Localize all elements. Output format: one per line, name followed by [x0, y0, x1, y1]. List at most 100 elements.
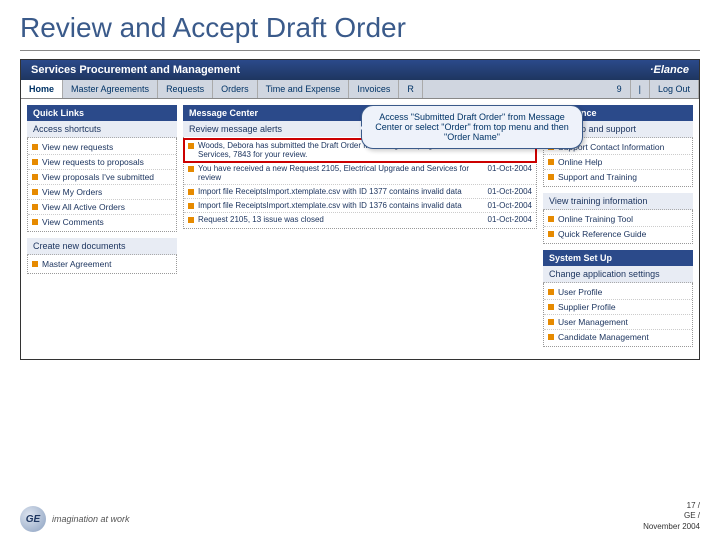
bullet-icon	[188, 217, 194, 223]
system-setup-list: User Profile Supplier Profile User Managem…	[543, 283, 693, 347]
quick-links-list: View new requests View requests to propos…	[27, 138, 177, 232]
training-item[interactable]: Quick Reference Guide	[544, 227, 692, 241]
footer-date: November 2004	[643, 522, 700, 532]
tab-orders[interactable]: Orders	[213, 80, 258, 98]
banner-vendor: ·Elance	[650, 64, 689, 76]
training-item-label: Quick Reference Guide	[558, 229, 688, 239]
bullet-icon	[188, 189, 194, 195]
message-text: Request 2105, 13 issue was closed	[198, 215, 484, 224]
assistance-item[interactable]: Support and Training	[544, 170, 692, 184]
setup-item-label: User Management	[558, 317, 688, 327]
create-doc-item[interactable]: Master Agreement	[28, 257, 176, 271]
message-date: 01-Oct-2004	[488, 215, 532, 224]
bullet-icon	[32, 189, 38, 195]
banner-title: Services Procurement and Management	[31, 64, 240, 76]
tab-time-and-expense[interactable]: Time and Expense	[258, 80, 350, 98]
message-row[interactable]: Import file ReceiptsImport.xtemplate.csv…	[184, 185, 536, 199]
quick-links-header: Quick Links	[27, 105, 177, 121]
bullet-icon	[32, 219, 38, 225]
tab-bar: HomeMaster AgreementsRequestsOrdersTime …	[21, 80, 699, 99]
create-docs-header: Create new documents	[27, 238, 177, 255]
system-setup-sub: Change application settings	[543, 266, 693, 283]
setup-item-label: User Profile	[558, 287, 688, 297]
create-docs-list: Master Agreement	[27, 255, 177, 274]
app-screenshot: Services Procurement and Management ·Ela…	[20, 59, 700, 360]
tab-right-9[interactable]: 9	[609, 80, 631, 98]
setup-item[interactable]: User Management	[544, 315, 692, 330]
message-text: You have received a new Request 2105, El…	[198, 164, 484, 182]
quick-link-item-label: View All Active Orders	[42, 202, 172, 212]
bullet-icon	[188, 203, 194, 209]
message-list: Woods, Debora has submitted the Draft Or…	[183, 137, 537, 229]
quick-link-item[interactable]: View requests to proposals	[28, 155, 176, 170]
bullet-icon	[32, 144, 38, 150]
footer-page: 17 /	[643, 501, 700, 511]
bullet-icon	[32, 261, 38, 267]
ge-logo-icon: GE	[20, 506, 46, 532]
message-date: 01-Oct-2004	[488, 187, 532, 196]
quick-link-item-label: View new requests	[42, 142, 172, 152]
quick-links-sub: Access shortcuts	[27, 121, 177, 138]
instruction-callout: Access "Submitted Draft Order" from Mess…	[361, 105, 583, 149]
message-row[interactable]: Request 2105, 13 issue was closed 01-Oct-…	[184, 213, 536, 226]
setup-item[interactable]: Supplier Profile	[544, 300, 692, 315]
message-row[interactable]: You have received a new Request 2105, El…	[184, 162, 536, 185]
quick-link-item[interactable]: View proposals I've submitted	[28, 170, 176, 185]
quick-link-item-label: View requests to proposals	[42, 157, 172, 167]
bullet-icon	[548, 231, 554, 237]
ge-logo-block: GE imagination at work	[20, 506, 130, 532]
slide-footer: GE imagination at work 17 / GE / Novembe…	[20, 501, 700, 532]
create-doc-item-label: Master Agreement	[42, 259, 172, 269]
tab-invoices[interactable]: Invoices	[349, 80, 399, 98]
content-grid: Quick Links Access shortcuts View new re…	[21, 99, 699, 359]
assistance-item-label: Online Help	[558, 157, 688, 167]
quick-link-item[interactable]: View Comments	[28, 215, 176, 229]
message-row[interactable]: Import file ReceiptsImport.xtemplate.csv…	[184, 199, 536, 213]
bullet-icon	[548, 319, 554, 325]
quick-link-item-label: View My Orders	[42, 187, 172, 197]
message-date: 01-Oct-2004	[488, 164, 532, 173]
setup-item[interactable]: User Profile	[544, 285, 692, 300]
system-setup-header: System Set Up	[543, 250, 693, 266]
msg-header-label: Message Center	[189, 108, 258, 118]
tab-requests[interactable]: Requests	[158, 80, 213, 98]
message-text: Import file ReceiptsImport.xtemplate.csv…	[198, 187, 484, 196]
tab-right-|[interactable]: |	[631, 80, 650, 98]
training-item-label: Online Training Tool	[558, 214, 688, 224]
bullet-icon	[548, 216, 554, 222]
training-sub: View training information	[543, 193, 693, 210]
bullet-icon	[32, 204, 38, 210]
tab-r[interactable]: R	[399, 80, 423, 98]
footer-meta: 17 / GE / November 2004	[643, 501, 700, 532]
quick-link-item-label: View Comments	[42, 217, 172, 227]
bullet-icon	[548, 334, 554, 340]
quick-link-item-label: View proposals I've submitted	[42, 172, 172, 182]
title-rule	[20, 50, 700, 51]
quick-link-item[interactable]: View My Orders	[28, 185, 176, 200]
bullet-icon	[188, 166, 194, 172]
assistance-item[interactable]: Online Help	[544, 155, 692, 170]
bullet-icon	[188, 143, 194, 149]
setup-item-label: Supplier Profile	[558, 302, 688, 312]
slide-title: Review and Accept Draft Order	[0, 0, 720, 50]
setup-item[interactable]: Candidate Management	[544, 330, 692, 344]
setup-item-label: Candidate Management	[558, 332, 688, 342]
assistance-item-label: Support and Training	[558, 172, 688, 182]
tab-right-log-out[interactable]: Log Out	[650, 80, 699, 98]
bullet-icon	[548, 159, 554, 165]
ge-tagline: imagination at work	[52, 514, 130, 524]
bullet-icon	[548, 174, 554, 180]
quick-link-item[interactable]: View All Active Orders	[28, 200, 176, 215]
app-banner: Services Procurement and Management ·Ela…	[21, 60, 699, 80]
training-item[interactable]: Online Training Tool	[544, 212, 692, 227]
bullet-icon	[548, 304, 554, 310]
message-date: 01-Oct-2004	[488, 201, 532, 210]
left-column: Quick Links Access shortcuts View new re…	[27, 105, 177, 353]
footer-org: GE /	[643, 511, 700, 521]
bullet-icon	[32, 174, 38, 180]
training-list: Online Training Tool Quick Reference Guid…	[543, 210, 693, 244]
tab-home[interactable]: Home	[21, 80, 63, 98]
quick-link-item[interactable]: View new requests	[28, 140, 176, 155]
tab-master-agreements[interactable]: Master Agreements	[63, 80, 158, 98]
bullet-icon	[32, 159, 38, 165]
